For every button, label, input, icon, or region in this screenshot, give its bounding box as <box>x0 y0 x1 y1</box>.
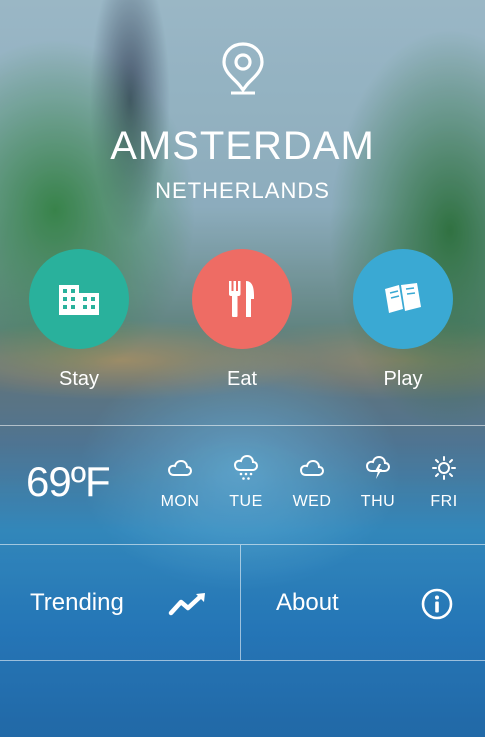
stay-button[interactable] <box>29 249 129 349</box>
cloud-icon <box>167 459 193 476</box>
eat-button[interactable] <box>192 249 292 349</box>
sun-icon <box>432 456 456 480</box>
forecast-day-mon: MON <box>150 455 210 511</box>
play-button[interactable] <box>353 249 453 349</box>
map-pin-icon <box>219 40 267 96</box>
city-name: AMSTERDAM <box>110 124 375 168</box>
trending-label: Trending <box>30 589 124 616</box>
storm-cloud-icon <box>365 455 391 479</box>
rain-cloud-icon <box>233 455 259 480</box>
about-button[interactable]: About <box>241 545 485 660</box>
forecast-day-thu: THU <box>348 455 408 511</box>
forecast-day-label: FRI <box>430 493 458 510</box>
stay-label: Stay <box>58 368 100 390</box>
play-label: Play <box>383 368 423 390</box>
forecast-day-label: WED <box>292 493 332 510</box>
forecast-day-fri: FRI <box>414 455 474 511</box>
country-name: NETHERLANDS <box>155 178 330 203</box>
trending-chart-icon <box>168 593 205 616</box>
temperature: 69ºF <box>26 458 111 505</box>
divider-bottom <box>0 660 485 661</box>
forecast-day-label: TUE <box>229 493 263 510</box>
hotel-building-icon <box>59 285 99 315</box>
forecast-day-label: MON <box>160 493 200 510</box>
info-icon <box>421 588 453 620</box>
tickets-icon <box>385 283 421 313</box>
eat-label: Eat <box>226 368 258 390</box>
fork-knife-icon <box>229 281 254 317</box>
forecast-day-tue: TUE <box>216 455 276 511</box>
cloud-icon <box>299 459 325 476</box>
forecast-day-wed: WED <box>282 455 342 511</box>
about-label: About <box>276 589 339 616</box>
forecast-day-label: THU <box>360 493 396 510</box>
divider-top <box>0 425 485 426</box>
trending-button[interactable]: Trending <box>0 545 240 660</box>
